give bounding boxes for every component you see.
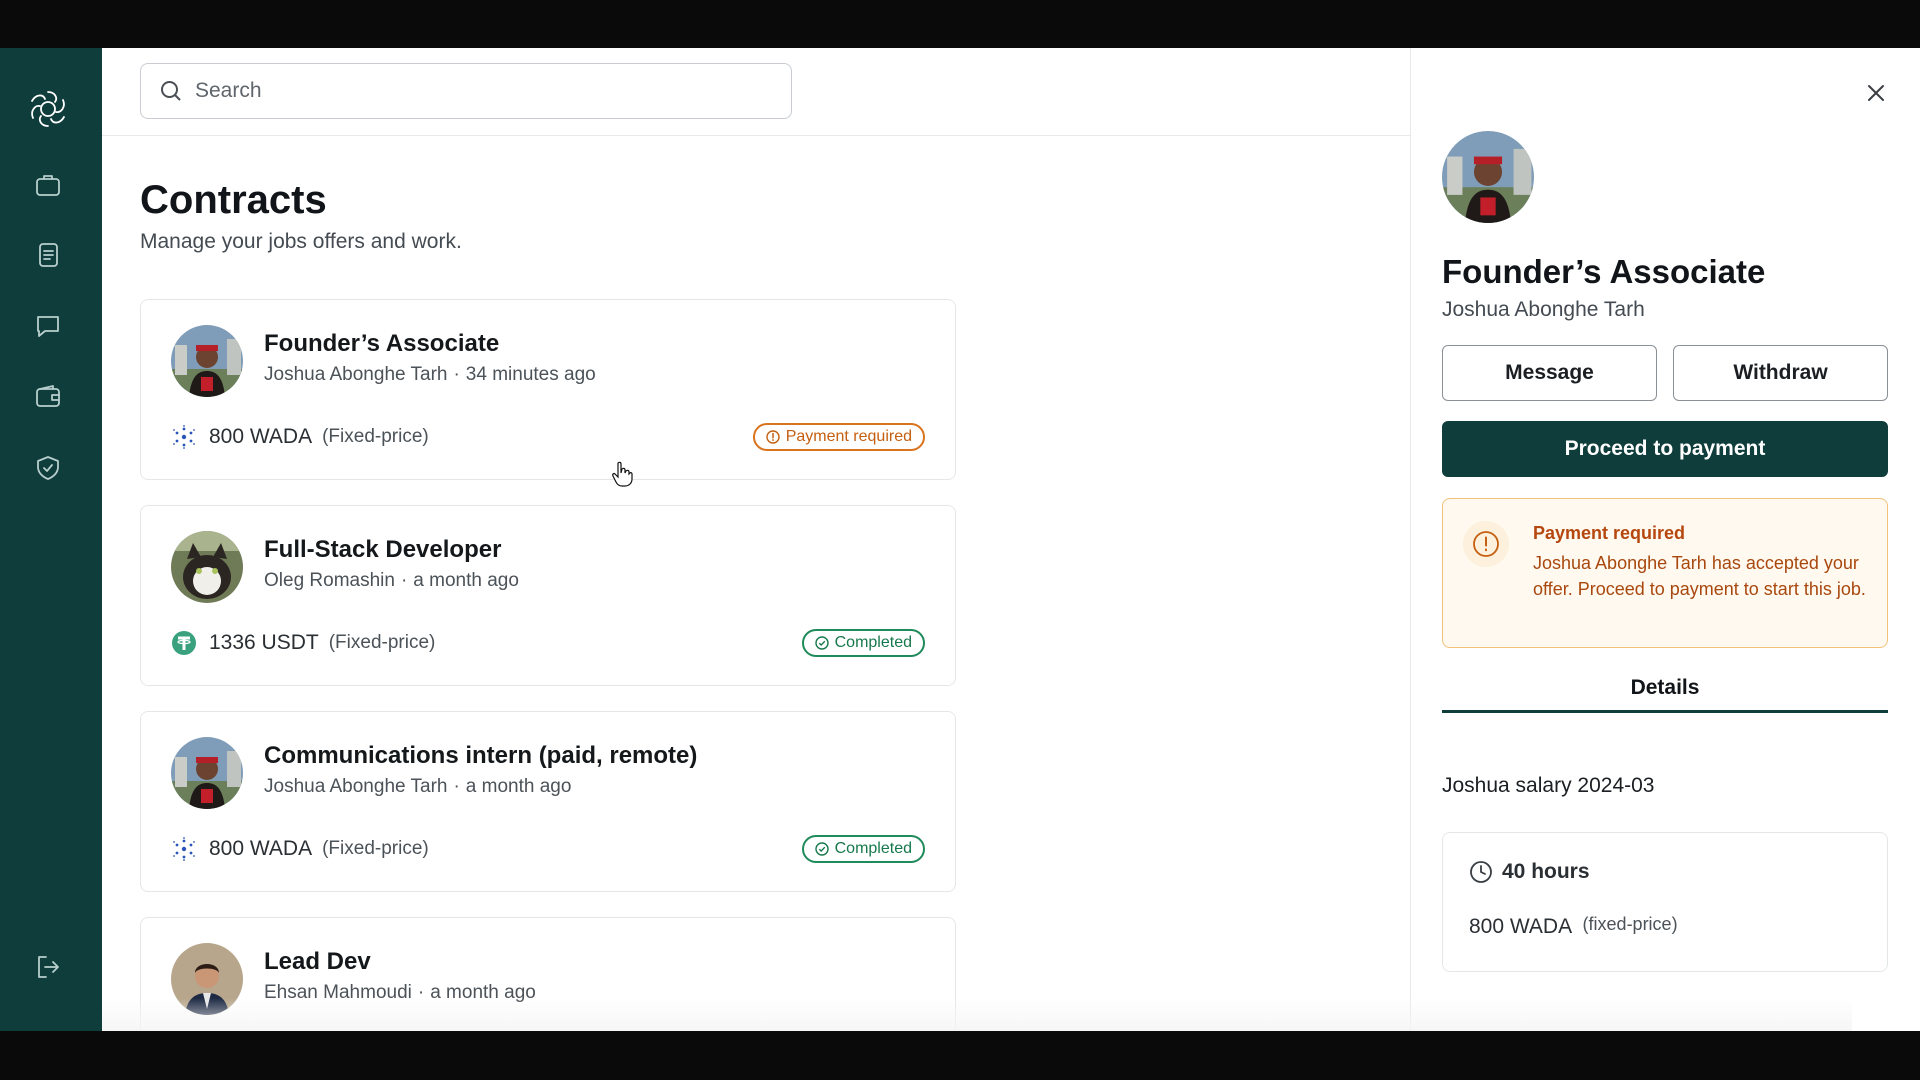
amount-value: 800 WADA [209,425,313,448]
screen-top-bar [0,0,1920,48]
contract-meta: Ehsan Mahmoudi · a month ago [264,982,536,1003]
price-amount: 800 WADA [1469,915,1573,938]
avatar [171,943,243,1015]
screen-bottom-bar [0,1031,1920,1080]
status-badge: Completed [801,629,925,657]
chat-icon[interactable] [31,309,65,343]
contract-title: Lead Dev [264,948,371,975]
clock-icon [1470,861,1492,883]
contract-card[interactable]: Lead Dev Ehsan Mahmoudi · a month ago [140,917,956,1031]
contract-amount: 800 WADA (Fixed-price) [171,836,429,862]
message-button[interactable]: Message [1442,345,1657,401]
hand-pointer-icon [611,461,633,492]
tab-details[interactable]: Details [1442,671,1888,713]
top-header [102,48,1410,136]
avatar [171,737,243,809]
contract-title: Communications intern (paid, remote) [264,742,698,769]
amount-value: 1336 USDT [209,631,319,654]
page-title: Contracts [140,178,327,222]
price-type: (fixed-price) [1582,914,1678,934]
contract-card[interactable]: Communications intern (paid, remote) Jos… [140,711,956,892]
panel-person-name: Joshua Abonghe Tarh [1442,298,1645,321]
status-badge: Payment required [752,423,925,451]
contract-card[interactable]: Founder’s Associate Joshua Abonghe Tarh ·… [140,299,956,480]
sidebar [0,48,102,1031]
contract-title: Full-Stack Developer [264,536,502,563]
alert-text: Joshua Abonghe Tarh has accepted your of… [1533,553,1866,599]
logout-icon[interactable] [31,950,65,984]
amount-type: (Fixed-price) [328,632,436,653]
search-icon [161,81,181,101]
price-row: 800 WADA (fixed-price) [1469,914,1678,939]
hours-row: 40 hours [1469,860,1590,884]
wallet-icon[interactable] [31,380,65,414]
app-logo-icon[interactable] [25,86,71,132]
hours-value: 40 hours [1502,860,1590,883]
shield-check-icon[interactable] [31,451,65,485]
amount-type: (Fixed-price) [322,426,429,447]
status-badge: Completed [801,835,925,863]
contract-amount: 1336 USDT (Fixed-price) [171,630,435,656]
withdraw-button[interactable]: Withdraw [1673,345,1888,401]
cardano-icon [171,836,197,862]
contract-name: Joshua salary 2024-03 [1442,774,1655,797]
contract-title: Founder’s Associate [264,330,500,357]
close-icon[interactable] [1861,78,1891,108]
avatar [171,325,243,397]
proceed-to-payment-button[interactable]: Proceed to payment [1442,421,1888,477]
avatar [1442,131,1534,223]
page-subtitle: Manage your jobs offers and work. [140,230,462,253]
app-window: Contracts Manage your jobs offers and wo… [0,48,1920,1031]
document-icon[interactable] [31,238,65,272]
contract-summary-box: 40 hours 800 WADA (fixed-price) [1442,832,1888,972]
contract-meta: Oleg Romashin · a month ago [264,570,519,591]
panel-title: Founder’s Associate [1442,253,1766,290]
contract-detail-panel: Founder’s Associate Joshua Abonghe Tarh … [1410,48,1920,1031]
cardano-icon [171,424,197,450]
check-circle-icon [814,636,829,650]
check-circle-icon [814,842,829,856]
tether-icon [171,630,197,656]
briefcase-icon[interactable] [31,168,65,202]
alert-title: Payment required [1533,523,1686,543]
search-box[interactable] [140,63,792,119]
search-input[interactable] [195,79,755,103]
payment-alert: Payment required Joshua Abonghe Tarh has… [1442,498,1888,648]
alert-circle-icon [766,430,780,444]
amount-type: (Fixed-price) [322,838,429,859]
contract-meta: Joshua Abonghe Tarh · a month ago [264,776,572,797]
amount-value: 800 WADA [209,837,313,860]
contract-amount: 800 WADA (Fixed-price) [171,424,429,450]
alert-circle-icon [1463,521,1509,567]
contract-meta: Joshua Abonghe Tarh · 34 minutes ago [264,364,596,385]
contract-card[interactable]: Full-Stack Developer Oleg Romashin · a mon… [140,505,956,686]
avatar [171,531,243,603]
